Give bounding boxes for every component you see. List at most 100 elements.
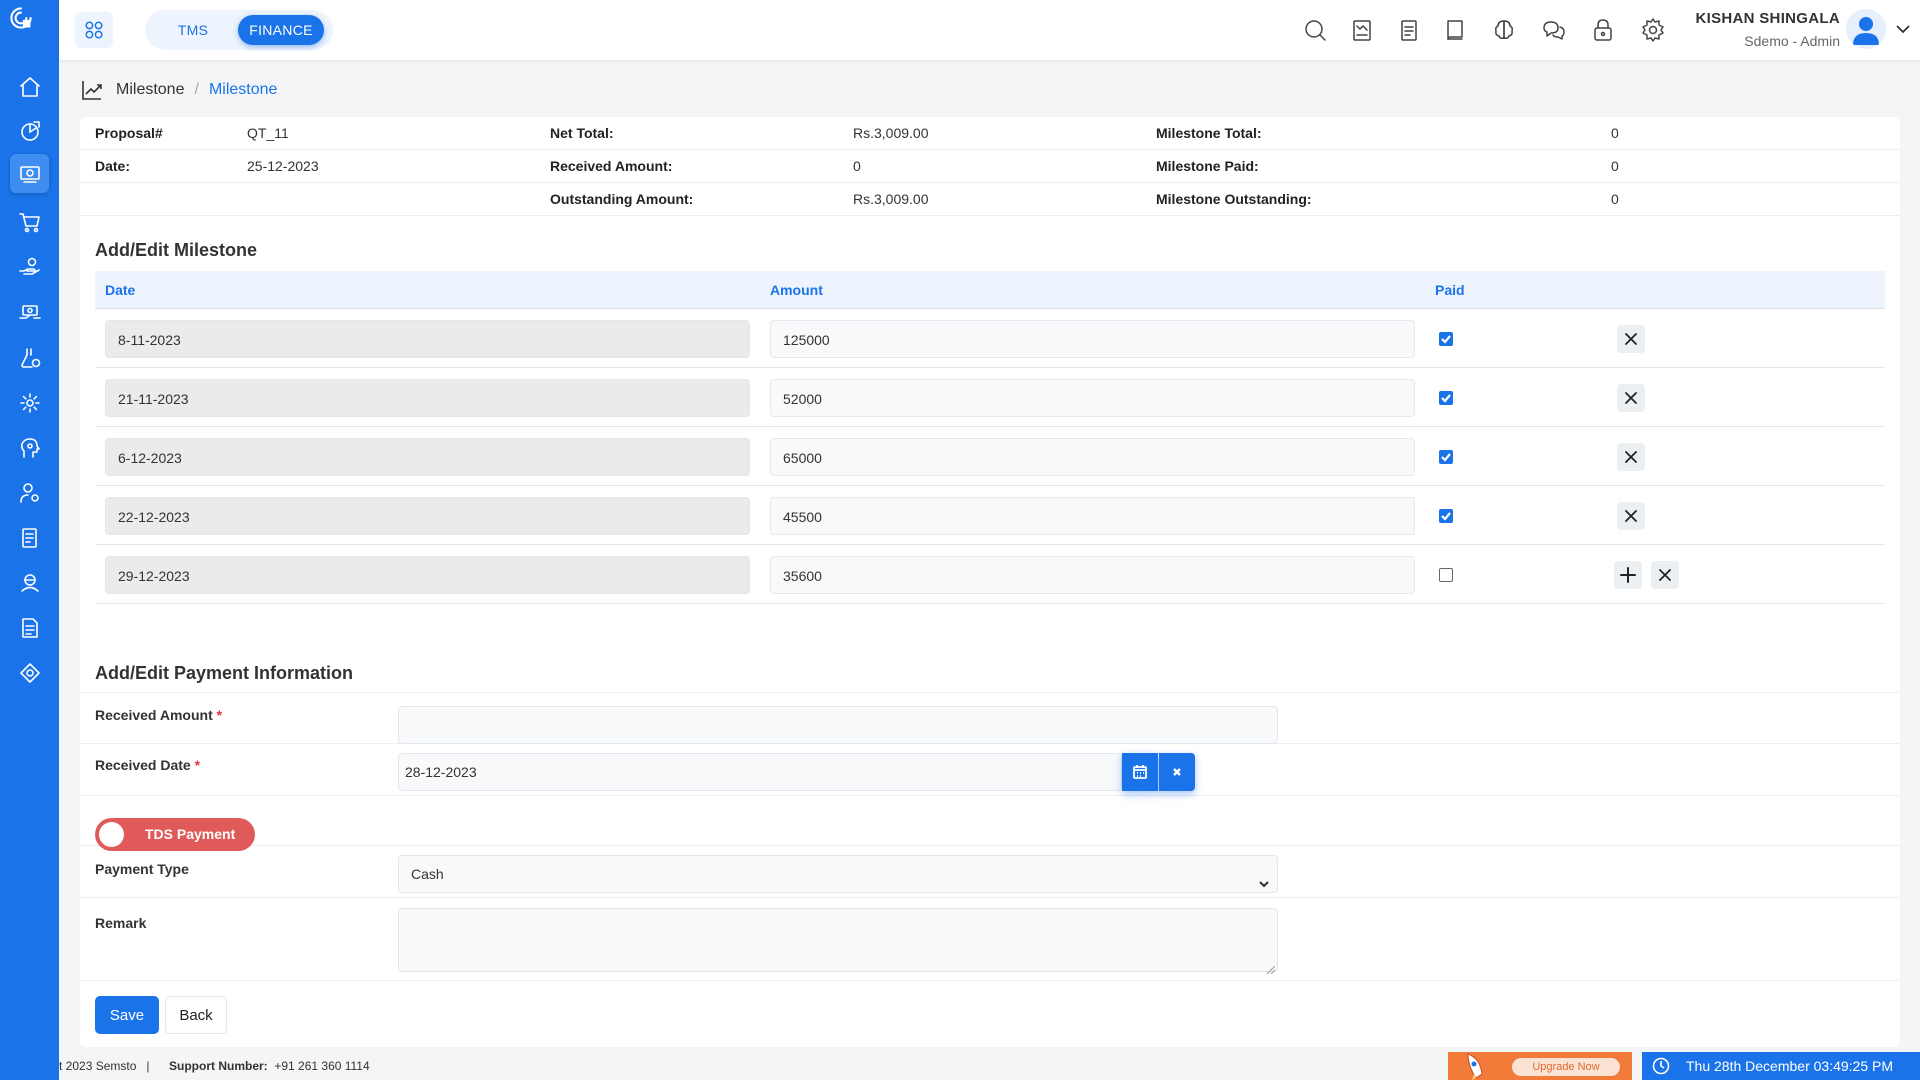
app-logo[interactable]: [9, 6, 49, 46]
checklist-button[interactable]: [1396, 17, 1422, 43]
payment-type-label: Payment Type: [95, 861, 189, 877]
sidebar-item-finance[interactable]: [10, 154, 49, 193]
checkmark-icon: [1441, 453, 1451, 462]
remark-textarea[interactable]: [398, 908, 1278, 975]
module-tab-finance[interactable]: FINANCE: [238, 15, 324, 45]
milestone-date-input[interactable]: 6-12-2023: [105, 438, 750, 476]
milestone-amount-input[interactable]: 125000: [770, 320, 1415, 358]
avatar[interactable]: [1846, 9, 1886, 49]
sidebar-item-invoice[interactable]: [10, 608, 49, 647]
sidebar-item-document[interactable]: [10, 518, 49, 557]
topbar: TMS FINANCE KISHAN SHINGALA Sdemo - Admi…: [59, 0, 1920, 60]
milestone-amount-input[interactable]: 45500: [770, 497, 1415, 535]
received-date-label: Received Date *: [95, 757, 201, 773]
search-icon: [1305, 20, 1326, 41]
close-icon: [1659, 569, 1671, 581]
close-icon: [1625, 451, 1637, 463]
breadcrumb: Milestone / Milestone: [80, 78, 277, 102]
receipt-button[interactable]: [1349, 17, 1375, 43]
apps-grid-button[interactable]: [75, 12, 113, 48]
brain-icon: [1495, 20, 1513, 39]
sidebar-item-support[interactable]: [10, 563, 49, 602]
lock-icon: [1594, 19, 1612, 41]
user-avatar-icon: [1853, 17, 1879, 45]
received-date-input[interactable]: 28-12-2023: [398, 753, 1122, 791]
sidebar-item-settings[interactable]: [10, 383, 49, 422]
summary-label: Net Total:: [550, 125, 614, 141]
user-info[interactable]: KISHAN SHINGALA Sdemo - Admin: [1695, 10, 1840, 49]
summary-value: 0: [853, 158, 861, 174]
chat-button[interactable]: [1541, 17, 1567, 43]
milestone-table-header: Date Amount Paid: [95, 271, 1885, 309]
book-button[interactable]: [1442, 17, 1468, 43]
milestone-row: 22-12-2023 45500: [95, 486, 1885, 545]
milestone-amount-input[interactable]: 65000: [770, 438, 1415, 476]
rocket-icon: [1467, 1053, 1483, 1080]
milestone-date-input[interactable]: 22-12-2023: [105, 497, 750, 535]
milestone-date-input[interactable]: 29-12-2023: [105, 556, 750, 594]
summary-value: 25-12-2023: [247, 158, 319, 174]
add-milestone-button[interactable]: [1614, 561, 1642, 589]
milestone-amount-input[interactable]: 52000: [770, 379, 1415, 417]
summary-value: Rs.3,009.00: [853, 125, 929, 141]
save-button[interactable]: Save: [95, 996, 159, 1034]
summary-label: Received Amount:: [550, 158, 673, 174]
current-datetime: Thu 28th December 03:49:25 PM: [1642, 1052, 1920, 1080]
cart-icon: [18, 212, 40, 232]
search-button[interactable]: [1302, 17, 1328, 43]
sidebar-item-cart[interactable]: [10, 202, 49, 241]
payment-type-select[interactable]: Cash: [398, 855, 1278, 893]
back-button[interactable]: Back: [165, 996, 227, 1034]
sidebar-item-user-settings[interactable]: [10, 473, 49, 512]
milestone-amount-input[interactable]: 35600: [770, 556, 1415, 594]
calendar-button[interactable]: [1122, 753, 1158, 791]
sidebar-item-profile-help[interactable]: [10, 428, 49, 467]
receipt-icon: [1353, 20, 1371, 41]
breadcrumb-parent[interactable]: Milestone: [116, 81, 184, 99]
remove-milestone-button[interactable]: [1651, 561, 1679, 589]
upgrade-now-button[interactable]: Upgrade Now: [1512, 1058, 1620, 1076]
payment-type-value: Cash: [411, 866, 444, 882]
sidebar-item-money-transfer[interactable]: [10, 292, 49, 331]
received-amount-input[interactable]: [398, 706, 1278, 744]
remove-milestone-button[interactable]: [1617, 443, 1645, 471]
sidebar-item-home[interactable]: [10, 67, 49, 106]
remove-milestone-button[interactable]: [1617, 502, 1645, 530]
sidebar-item-tools[interactable]: [10, 653, 49, 692]
lock-button[interactable]: [1590, 17, 1616, 43]
checkmark-icon: [1441, 512, 1451, 521]
apps-grid-icon: [85, 21, 103, 39]
brain-button[interactable]: [1491, 17, 1517, 43]
sidebar-item-hand-coin[interactable]: [10, 247, 49, 286]
sidebar-item-flask[interactable]: [10, 338, 49, 377]
paid-checkbox[interactable]: [1439, 391, 1453, 405]
milestone-date-input[interactable]: 21-11-2023: [105, 379, 750, 417]
settings-button[interactable]: [1640, 17, 1666, 43]
calendar-icon: [1133, 765, 1147, 779]
summary-value: Rs.3,009.00: [853, 191, 929, 207]
paid-checkbox[interactable]: [1439, 332, 1453, 346]
summary-value: 0: [1611, 125, 1619, 141]
user-menu-toggle[interactable]: [1894, 20, 1912, 38]
resize-handle-icon[interactable]: [1266, 961, 1276, 975]
sidebar-item-reports[interactable]: [10, 111, 49, 150]
paid-checkbox[interactable]: [1439, 568, 1453, 582]
invoice-icon: [21, 617, 38, 638]
column-header-paid: Paid: [1435, 282, 1465, 298]
remove-milestone-button[interactable]: [1617, 325, 1645, 353]
summary-row: Outstanding Amount: Rs.3,009.00 Mileston…: [80, 183, 1900, 216]
milestone-table: Date Amount Paid 8-11-2023 125000 21-11-…: [95, 271, 1885, 604]
clear-date-button[interactable]: [1159, 753, 1195, 791]
book-icon: [1447, 20, 1463, 40]
close-icon: [1625, 510, 1637, 522]
remove-milestone-button[interactable]: [1617, 384, 1645, 412]
payment-type-row: Payment Type Cash: [80, 846, 1900, 898]
sidebar: [0, 0, 59, 1080]
paid-checkbox[interactable]: [1439, 450, 1453, 464]
summary-label: Milestone Paid:: [1156, 158, 1259, 174]
module-tab-tms[interactable]: TMS: [151, 15, 235, 45]
upgrade-banner[interactable]: Upgrade Now: [1448, 1052, 1632, 1080]
milestone-date-input[interactable]: 8-11-2023: [105, 320, 750, 358]
paid-checkbox[interactable]: [1439, 509, 1453, 523]
breadcrumb-separator: /: [194, 81, 199, 98]
